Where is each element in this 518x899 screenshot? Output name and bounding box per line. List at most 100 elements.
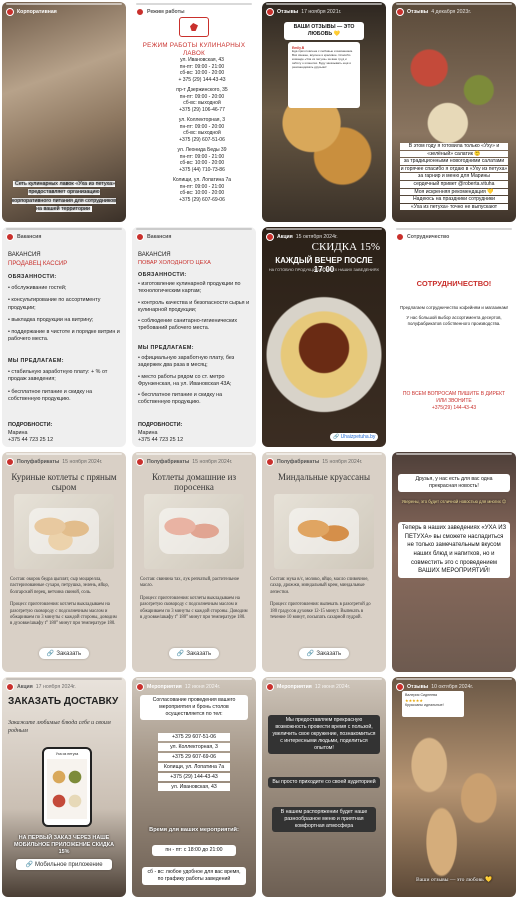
story-reviews[interactable]: Отзывы 17 ноября 2021г. ВАШИ ОТЗЫВЫ — ЭТО… [262,2,386,222]
story-paragraph: Предлагаем сотрудничество кофейням и маг… [399,305,509,310]
duty-item: • обслуживание гостей; [8,285,67,291]
app-link-button[interactable]: 🔗 Мобильное приложение [16,859,112,870]
caption-line: сердечный привет @roberta.vituha [400,181,508,188]
avatar [136,8,144,16]
link-icon: 🔗 [46,651,55,657]
product-title: Куриные котлеты с пряным сыром [11,472,117,493]
story-cooperation[interactable]: Сотрудничество СОТРУДНИЧЕСТВО! Предлагае… [392,227,516,447]
phone-list: +375 29 607-51-06 ул. Коллекторная, 3 +375… [158,733,230,793]
duties-list: • обслуживание гостей; • консультирование… [8,285,120,349]
order-button[interactable]: 🔗 Заказать [299,648,349,659]
story-bubble: Вы просто приходите со своей аудиторией [268,777,380,789]
product-photo [144,494,244,569]
caption-line: Моя искренняя рекомендация 💛 [400,188,508,196]
story-header: Мероприятия 12 июня 2024г. [266,680,382,694]
website-link[interactable]: 🔗 Uhaizpetuha.by [330,433,379,441]
story-vacancy-cook[interactable]: Вакансия ВАКАНСИЯ ПОВАР ХОЛОДНОГО ЦЕХА О… [132,227,256,447]
hours-line: +375 (44) 710-73-86 [179,166,225,173]
story-caption: В этом году я готовила только «Уху» и «зе… [400,142,508,211]
duty-item: • контроль качества и безопасности сырья… [138,299,250,313]
story-hours[interactable]: Режим работы РЕЖИМ РАБОТЫ КУЛИНАРНЫХ ЛАВ… [132,2,256,222]
vacancy-position: ПРОДАВЕЦ КАССИР [8,261,68,267]
vacancy-position: ПОВАР ХОЛОДНОГО ЦЕХА [138,260,211,266]
product-title: Котлеты домашние из поросенка [151,472,237,493]
order-button[interactable]: 🔗 Заказать [39,648,89,659]
contact-line: Марина [138,430,158,436]
address-block: Колищи, ул. Лопатина 7а пн-пт: 09:00 - 21… [154,177,250,203]
offer-item: • бесплатное питание и скидку на собстве… [138,392,223,406]
time-weekdays: пн - пт: с 18:00 до 21:00 [152,845,236,857]
story-bubble: В нашем распоряжении будет наше разнообр… [272,807,376,833]
story-bubble: Друзья, у нас есть для вас одна прекрасн… [398,474,510,493]
address-block: ул. Коллекторная, 3 пн-пт: 09:00 - 20:00 с… [154,117,250,143]
story-header: Корпоративная [6,5,122,19]
phone-line: Колищи, ул. Лопатина 7а [158,763,230,771]
phone-line: ул. Коллекторная, 3 [158,743,230,751]
story-header: Вакансия [6,230,122,244]
duty-item: • изготовление кулинарной продукции по т… [138,281,241,295]
avatar [396,8,404,16]
story-title: СОТРУДНИЧЕСТВО! [416,279,492,288]
product-title: Миндальные круассаны [277,472,371,482]
vacancy-title: ВАКАНСИЯ [138,252,171,258]
story-header: Мероприятия 12 июня 2024г. [136,680,252,694]
avatar [396,683,404,691]
offer-heading: МЫ ПРЕДЛАГАЕМ: [138,345,194,351]
offer-item: • официальную заработную плату, без заде… [138,355,235,369]
avatar [6,8,14,16]
story-product-cutlets[interactable]: Полуфабрикаты 15 ноября 2024г. Куриные ко… [2,452,126,672]
promo-text: НА ПЕРВЫЙ ЗАКАЗ ЧЕРЕЗ НАШЕ МОБИЛЬНОЕ ПРИ… [14,835,114,856]
order-button[interactable]: 🔗 Заказать [169,648,219,659]
story-header: Акция 15 октября 2024г. [266,230,382,244]
story-corporate[interactable]: Корпоративная Сеть кулинарных лавок «Уха… [2,2,126,222]
hours-line: + 375 (29) 144-43-43 [178,76,226,83]
story-bubble: Мы предоставляем прекрасную возможность … [268,715,380,755]
avatar [396,233,404,241]
avatar [136,233,144,241]
hours-line: +375 (29) 607-51-06 [179,136,225,143]
story-vacancy-cashier[interactable]: Вакансия ВАКАНСИЯ ПРОДАВЕЦ КАССИР ОБЯЗАН… [2,227,126,447]
avatar [6,458,14,466]
brand-logo [179,17,209,37]
address-block: пр-т Дзержинского, 35 пн-пт: 09:00 - 20:0… [154,87,250,113]
story-events-news[interactable]: Друзья, у нас есть для вас одна прекрасн… [392,452,516,672]
hours-list: ул. Ивановская, 43 пн-пт: 09:00 - 21:00 сб… [138,57,250,207]
story-delivery[interactable]: Акция 17 ноября 2024г. ЗАКАЗАТЬ ДОСТАВКУ … [2,677,126,897]
link-icon: 🔗 [306,651,315,657]
duty-item: • поддержание в чистоте и порядке витрин… [8,329,120,343]
story-product-pork[interactable]: Полуфабрикаты 15 ноября 2024г. Котлеты до… [132,452,256,672]
avatar [6,683,14,691]
story-events-info[interactable]: Мероприятия 12 июня 2024г. Мы предоставля… [262,677,386,897]
contact-info: Марина +375 44 723 25 12 [8,430,120,445]
contact-heading: ПОДРОБНОСТИ: [138,422,183,428]
offer-item: • место работы рядом со ст. метро Фрунзе… [138,373,232,387]
story-reviews-2[interactable]: Отзывы 4 декабря 2023г. В этом году я гот… [392,2,516,222]
duties-heading: ОБЯЗАННОСТИ: [8,274,57,280]
caption-line: и горячее спасибо я отдаю в «Уху из пету… [400,165,508,173]
review-screenshot: Emily.B Еда приготовлена с любовью и вни… [288,42,360,108]
link-icon: 🔗 [333,434,341,440]
story-paragraph: У нас большой выбор ассортимента десерто… [406,315,502,326]
address-block: ул. Леонида Беды 39 пн-пт: 09:00 - 21:00 с… [154,147,250,173]
story-header: Отзывы 10 октября 2024г. [396,680,512,694]
avatar [6,233,14,241]
story-cta: ПО ВСЕМ ВОПРОСАМ ПИШИТЕ В ДИРЕКТ ИЛИ ЗВО… [402,391,506,404]
story-caption: Ваши отзывы — это любовь 💛 [415,877,493,883]
story-header: Полуфабрикаты 15 ноября 2024г. [266,455,382,469]
product-description: Состав: мука в/с, молоко, яйцо, масло сл… [270,577,371,621]
caption-line: Надеюсь на праздники сотрудники [400,196,508,203]
time-weekend: сб - вс: любое удобное для вас время, по… [142,867,246,886]
story-product-croissants[interactable]: Полуфабрикаты 15 ноября 2024г. Миндальные… [262,452,386,672]
story-header: Полуфабрикаты 15 ноября 2024г. [6,455,122,469]
story-events-booking[interactable]: Мероприятия 12 июня 2024г. Согласование п… [132,677,256,897]
offer-item: • стабильную заработную плату: + % от пр… [8,369,108,383]
story-note: Уверены, это будет отличной новостью для… [401,499,507,504]
story-reviews-3[interactable]: Отзывы 10 октября 2024г. Валерия Сиднеева… [392,677,516,897]
hours-line: +375 (29) 607-69-06 [179,196,225,203]
avatar [136,683,144,691]
story-name: Корпоративная [17,9,57,15]
story-header: Отзывы 4 декабря 2023г. [396,5,512,19]
story-discount[interactable]: Акция 15 октября 2024г. СКИДКА 15% КАЖДЫЙ… [262,227,386,447]
vacancy-title: ВАКАНСИЯ [8,252,41,258]
product-photo [274,494,374,569]
